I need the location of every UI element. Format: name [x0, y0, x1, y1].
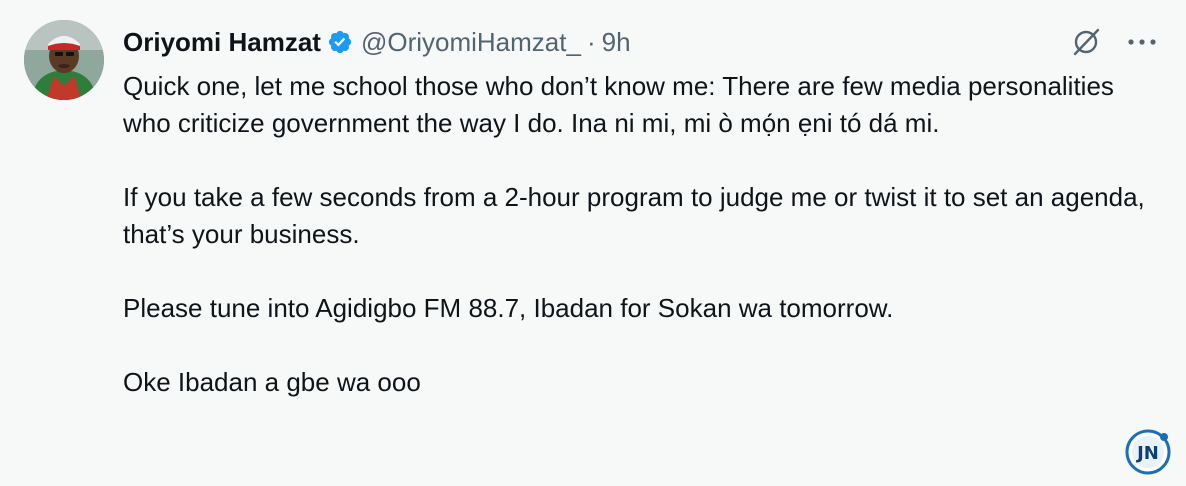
timestamp[interactable]: 9h: [602, 27, 631, 58]
user-handle[interactable]: @OriyomiHamzat_: [361, 27, 581, 58]
tweet-paragraph: Oke Ibadan a gbe wa ooo: [123, 367, 421, 397]
more-options-button[interactable]: [1122, 24, 1162, 60]
tweet-header: Oriyomi Hamzat @OriyomiHamzat_ · 9h: [123, 22, 631, 62]
grok-button[interactable]: [1068, 24, 1104, 60]
header-separator: ·: [586, 26, 596, 57]
jn-logo: JN: [1125, 429, 1171, 475]
avatar[interactable]: [24, 20, 104, 100]
display-name[interactable]: Oriyomi Hamzat: [123, 27, 321, 58]
avatar-image: [24, 20, 104, 100]
tweet-text: Quick one, let me school those who don’t…: [123, 68, 1153, 401]
grok-icon: [1073, 28, 1100, 56]
verified-badge-icon: [327, 29, 353, 55]
more-options-icon: [1128, 39, 1156, 45]
tweet-card: Oriyomi Hamzat @OriyomiHamzat_ · 9h Quic…: [0, 0, 1186, 486]
tweet-paragraph: Quick one, let me school those who don’t…: [123, 71, 1114, 138]
svg-text:JN: JN: [1135, 443, 1159, 464]
tweet-paragraph: If you take a few seconds from a 2-hour …: [123, 182, 1145, 249]
tweet-paragraph: Please tune into Agidigbo FM 88.7, Ibada…: [123, 293, 894, 323]
